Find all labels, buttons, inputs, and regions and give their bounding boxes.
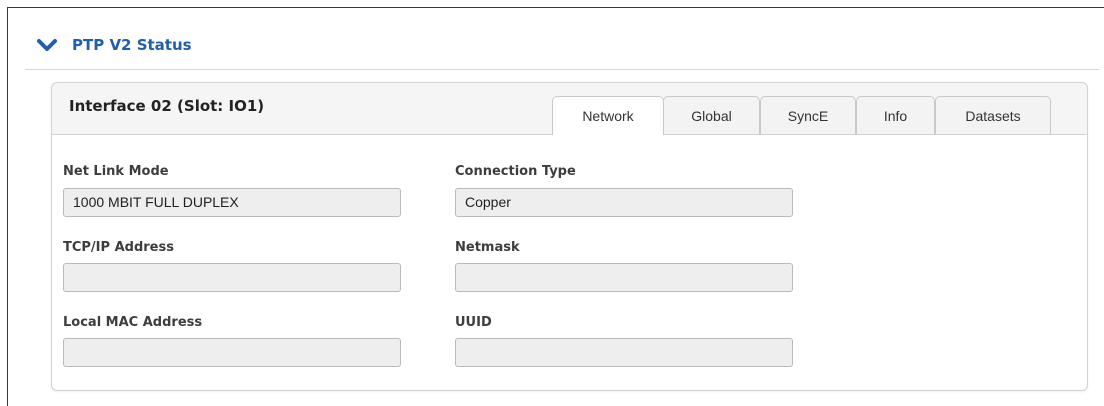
net-link-mode-field[interactable]: 1000 MBIT FULL DUPLEX	[63, 188, 401, 217]
netmask-field[interactable]	[455, 263, 793, 292]
connection-type-field[interactable]: Copper	[455, 188, 793, 217]
connection-type-label: Connection Type	[455, 164, 576, 179]
chevron-down-icon[interactable]	[36, 37, 58, 53]
section-title: PTP V2 Status	[72, 36, 192, 54]
uuid-label: UUID	[455, 315, 492, 330]
tab-info[interactable]: Info	[856, 96, 935, 134]
tab-datasets[interactable]: Datasets	[935, 96, 1051, 134]
ptp-v2-status-toggle[interactable]: PTP V2 Status	[36, 33, 192, 57]
local-mac-address-field[interactable]	[63, 338, 401, 367]
tcpip-address-field[interactable]	[63, 263, 401, 292]
tcpip-address-label: TCP/IP Address	[63, 240, 174, 255]
interface-panel-header: Interface 02 (Slot: IO1) Network Global …	[52, 83, 1087, 135]
tab-global[interactable]: Global	[663, 96, 760, 134]
local-mac-address-label: Local MAC Address	[63, 315, 203, 330]
netmask-label: Netmask	[455, 240, 520, 255]
uuid-field[interactable]	[455, 338, 793, 367]
interface-title: Interface 02 (Slot: IO1)	[69, 97, 265, 115]
interface-panel: Interface 02 (Slot: IO1) Network Global …	[51, 82, 1088, 391]
section-divider	[25, 69, 1099, 70]
net-link-mode-label: Net Link Mode	[63, 164, 169, 179]
tab-network[interactable]: Network	[552, 96, 664, 135]
tab-synce[interactable]: SyncE	[760, 96, 856, 134]
